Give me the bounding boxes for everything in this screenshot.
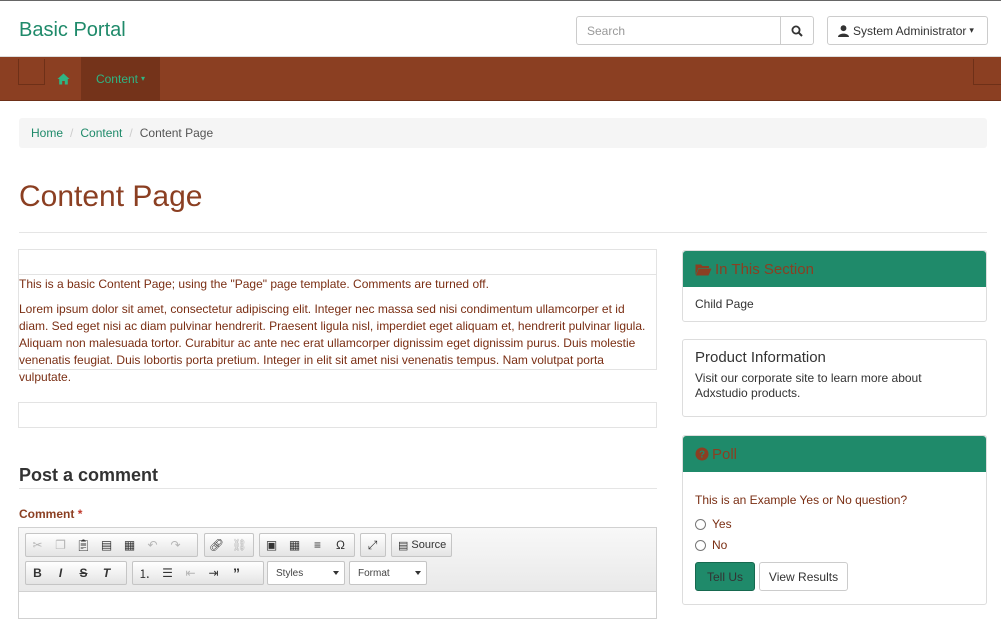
search-button[interactable] [780, 17, 813, 44]
breadcrumb-current: Content Page [139, 126, 214, 140]
caret-down-icon: ▾ [141, 74, 146, 83]
radio-button[interactable] [695, 518, 706, 530]
maximize-group: ⤢ [360, 533, 386, 557]
styles-dropdown[interactable]: Styles [267, 561, 345, 585]
table-icon[interactable]: ▦ [283, 534, 306, 556]
comment-label: Comment * [19, 507, 82, 521]
nav-home-link[interactable] [46, 57, 81, 100]
nav-content-label: Content [95, 71, 138, 86]
remove-format-icon[interactable]: T [95, 562, 118, 584]
copy-icon[interactable]: ❐ [49, 534, 72, 556]
breadcrumb: Home / Content / Content Page [19, 118, 987, 148]
paste-icon[interactable]: 📋︎ [72, 534, 95, 556]
page-body: Lorem ipsum dolor sit amet, consectetur … [19, 302, 646, 384]
breadcrumb-content[interactable]: Content [80, 126, 122, 140]
main-nav: Content ▾ [0, 57, 1001, 101]
dropdown-arrow-icon [415, 571, 421, 575]
svg-text:?: ? [699, 450, 705, 461]
numbered-list-icon[interactable]: ⒈ [133, 562, 156, 584]
source-group: ▤ Source [391, 533, 452, 557]
link-group: 🔗︎ ⛓ [204, 533, 254, 557]
caret-down-icon: ▾ [969, 25, 974, 35]
panel-heading: ? Poll [683, 436, 986, 472]
paste-text-icon[interactable]: ▤ [95, 534, 118, 556]
strike-icon[interactable]: S [72, 562, 95, 584]
maximize-icon[interactable]: ⤢ [361, 534, 384, 556]
source-button[interactable]: ▤ Source [392, 539, 452, 552]
poll-option-yes[interactable]: Yes [695, 517, 732, 531]
nav-divider-right [973, 59, 1001, 85]
page-title: Content Page [19, 180, 203, 213]
section-title: In This Section [715, 260, 814, 278]
format-label: Format [358, 567, 390, 579]
paragraph-group: ⒈ ☰ ⇤ ⇥ ” [132, 561, 264, 585]
bold-icon[interactable]: B [26, 562, 49, 584]
question-circle-icon: ? [695, 447, 709, 461]
poll-option-no[interactable]: No [695, 538, 727, 552]
search-icon [791, 25, 803, 37]
basicstyles-group: B I S T [25, 561, 127, 585]
view-results-button[interactable]: View Results [759, 562, 848, 591]
poll-title: Poll [712, 445, 738, 463]
blockquote-icon[interactable]: ” [225, 562, 248, 584]
post-comment-divider [19, 488, 657, 489]
format-dropdown[interactable]: Format [349, 561, 427, 585]
comment-label-text: Comment [19, 507, 75, 521]
outdent-icon[interactable]: ⇤ [179, 562, 202, 584]
horizontal-line-icon[interactable]: ≡ [306, 534, 329, 556]
required-marker: * [77, 507, 83, 521]
search-input[interactable] [577, 17, 781, 44]
undo-icon[interactable]: ↶ [141, 534, 164, 556]
product-text: Visit our corporate site to learn more a… [695, 371, 922, 400]
styles-label: Styles [276, 567, 304, 579]
special-char-icon[interactable]: Ω [329, 534, 352, 556]
user-icon [838, 24, 849, 37]
content-snippet-bottom [18, 402, 657, 428]
nav-content-dropdown[interactable]: Content ▾ [81, 57, 160, 100]
search-box [576, 16, 814, 45]
panel-heading: In This Section [683, 251, 986, 287]
post-comment-heading: Post a comment [19, 465, 159, 485]
home-icon [57, 73, 70, 84]
cut-icon[interactable]: ✂ [26, 534, 49, 556]
product-info-panel: Product Information Visit our corporate … [682, 339, 987, 417]
breadcrumb-separator: / [129, 126, 133, 140]
source-icon: ▤ [398, 539, 409, 552]
italic-icon[interactable]: I [49, 562, 72, 584]
child-page-link[interactable]: Child Page [695, 297, 754, 311]
insert-group: ▣ ▦ ≡ Ω [259, 533, 355, 557]
in-this-section-panel: In This Section Child Page [682, 250, 987, 322]
poll-panel: ? Poll This is an Example Yes or No ques… [682, 435, 987, 605]
tell-us-button[interactable]: Tell Us [695, 562, 755, 591]
title-divider [19, 232, 987, 233]
unlink-icon[interactable]: ⛓ [228, 534, 251, 556]
top-header: Basic Portal System Administrator ▾ [0, 0, 1001, 57]
comment-editor: ✂ ❐ 📋︎ ▤ ▦ ↶ ↷ 🔗︎ ⛓ ▣ ▦ ≡ Ω ⤢ ▤ Source B… [18, 527, 657, 619]
content-snippet-top [18, 249, 657, 275]
bulleted-list-icon[interactable]: ☰ [156, 562, 179, 584]
nav-divider-left [18, 59, 45, 85]
image-icon[interactable]: ▣ [260, 534, 283, 556]
radio-button[interactable] [695, 539, 706, 551]
folder-open-icon [695, 264, 712, 275]
dropdown-arrow-icon [333, 571, 339, 575]
indent-icon[interactable]: ⇥ [202, 562, 225, 584]
clipboard-group: ✂ ❐ 📋︎ ▤ ▦ ↶ ↷ [25, 533, 198, 557]
brand-logo[interactable]: Basic Portal [19, 19, 126, 42]
paste-word-icon[interactable]: ▦ [118, 534, 141, 556]
editor-toolbar: ✂ ❐ 📋︎ ▤ ▦ ↶ ↷ 🔗︎ ⛓ ▣ ▦ ≡ Ω ⤢ ▤ Source B… [19, 528, 656, 592]
page-copy: This is a basic Content Page; using the … [18, 275, 657, 384]
poll-option-label: Yes [712, 517, 732, 531]
breadcrumb-home[interactable]: Home [31, 126, 63, 140]
poll-option-label: No [712, 538, 728, 552]
link-icon[interactable]: 🔗︎ [205, 534, 228, 556]
source-label: Source [411, 539, 447, 551]
user-menu-button[interactable]: System Administrator ▾ [827, 16, 988, 45]
user-name: System Administrator [853, 23, 967, 38]
poll-question: This is an Example Yes or No question? [695, 493, 908, 507]
breadcrumb-separator: / [70, 126, 74, 140]
redo-icon[interactable]: ↷ [164, 534, 187, 556]
product-title: Product Information [695, 349, 826, 366]
page-intro: This is a basic Content Page; using the … [19, 277, 489, 291]
